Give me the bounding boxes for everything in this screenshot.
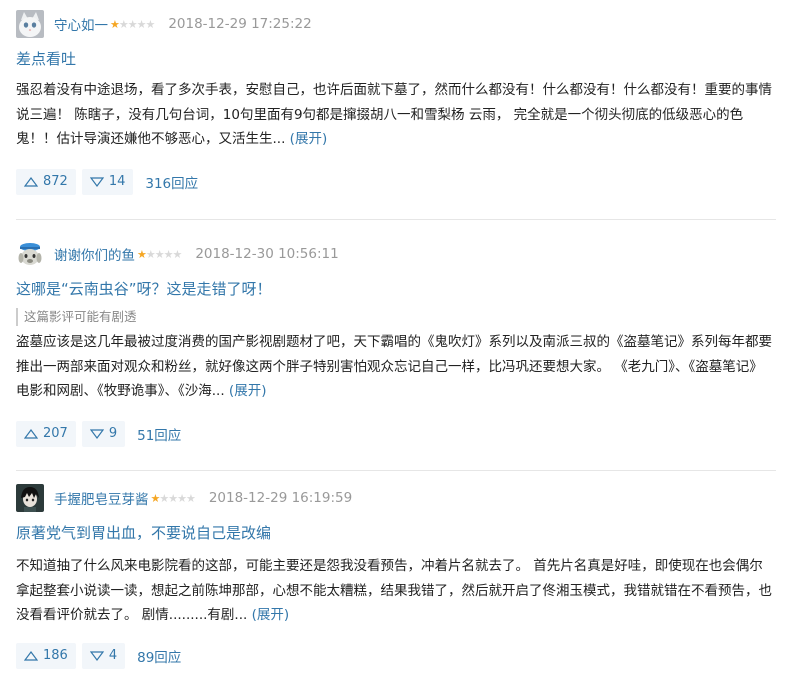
triangle-down-icon: [89, 650, 104, 661]
author-name[interactable]: 谢谢你们的鱼: [54, 244, 135, 264]
replies-link[interactable]: 316回应: [145, 172, 198, 192]
review-body: 不知道抽了什么风来电影院看的这部，可能主要还是怨我没看预告，冲着片名就去了。 首…: [16, 554, 776, 628]
rating-stars: ★★★★★: [137, 247, 182, 261]
avatar-cartoon-dog-icon[interactable]: [16, 240, 44, 268]
useful-button[interactable]: 872: [16, 168, 76, 195]
rating-stars: ★★★★★: [151, 491, 196, 505]
useless-button[interactable]: 14: [81, 168, 134, 195]
useless-count: 9: [108, 426, 118, 441]
review-excerpt: 强忍着没有中途退场，看了多次手表，安慰自己，也许后面就下墓了，然而什么都没有！什…: [16, 82, 772, 147]
star-empty-icon: ★★★★: [145, 247, 182, 261]
avatar-anime-character-icon[interactable]: [16, 484, 44, 512]
review-divider: [16, 470, 776, 471]
rating-stars: ★★★★★: [110, 17, 155, 31]
useful-count: 207: [43, 426, 68, 441]
expand-link[interactable]: (展开): [290, 131, 328, 147]
star-empty-icon: ★★★★: [159, 491, 195, 505]
review-divider: [16, 219, 776, 220]
star-empty-icon: ★★★★: [118, 17, 155, 31]
review-card: 守心如一 ★★★★★ 2018-12-29 17:25:22 差点看吐 强忍着没…: [16, 0, 776, 196]
review-card: 谢谢你们的鱼 ★★★★★ 2018-12-30 10:56:11 这哪是“云南虫…: [16, 230, 776, 448]
author-name[interactable]: 守心如一: [54, 14, 108, 34]
expand-link[interactable]: (展开): [252, 607, 290, 623]
review-actions: 186 4 89回应: [16, 642, 776, 670]
review-body: 强忍着没有中途退场，看了多次手表，安慰自己，也许后面就下墓了，然而什么都没有！什…: [16, 78, 776, 152]
replies-link[interactable]: 89回应: [137, 646, 181, 666]
review-body: 盗墓应该是这几年最被过度消费的国产影视剧题材了吧，天下霸唱的《鬼吹灯》系列以及南…: [16, 330, 776, 404]
review-excerpt: 不知道抽了什么风来电影院看的这部，可能主要还是怨我没看预告，冲着片名就去了。 首…: [16, 558, 772, 623]
review-excerpt: 盗墓应该是这几年最被过度消费的国产影视剧题材了吧，天下霸唱的《鬼吹灯》系列以及南…: [16, 334, 772, 399]
useless-button[interactable]: 9: [81, 420, 126, 447]
useless-count: 4: [108, 648, 118, 663]
useful-button[interactable]: 207: [16, 420, 76, 447]
review-title[interactable]: 差点看吐: [16, 48, 776, 70]
star-filled-icon: ★: [110, 17, 120, 31]
review-header: 谢谢你们的鱼 ★★★★★ 2018-12-30 10:56:11: [16, 230, 776, 278]
review-actions: 207 9 51回应: [16, 420, 776, 448]
review-time: 2018-12-29 17:25:22: [168, 16, 312, 32]
review-card: 手握肥皂豆芽酱 ★★★★★ 2018-12-29 16:19:59 原著党气到胃…: [16, 474, 776, 670]
useless-count: 14: [108, 174, 126, 189]
author-name[interactable]: 手握肥皂豆芽酱: [54, 488, 149, 508]
expand-link[interactable]: (展开): [229, 383, 267, 399]
useful-button[interactable]: 186: [16, 642, 76, 669]
review-header: 守心如一 ★★★★★ 2018-12-29 17:25:22: [16, 0, 776, 48]
review-title[interactable]: 这哪是“云南虫谷”呀？这是走错了呀！: [16, 278, 776, 300]
review-header: 手握肥皂豆芽酱 ★★★★★ 2018-12-29 16:19:59: [16, 474, 776, 522]
useless-button[interactable]: 4: [81, 642, 126, 669]
review-title[interactable]: 原著党气到胃出血，不要说自己是改编: [16, 522, 776, 544]
triangle-up-icon: [24, 650, 38, 661]
review-time: 2018-12-29 16:19:59: [208, 490, 353, 506]
triangle-down-icon: [89, 428, 104, 439]
triangle-up-icon: [24, 428, 38, 439]
avatar-white-cat-icon[interactable]: [16, 10, 44, 38]
triangle-up-icon: [24, 176, 38, 187]
star-filled-icon: ★: [137, 247, 147, 261]
replies-link[interactable]: 51回应: [137, 424, 181, 444]
spoiler-warning: 这篇影评可能有剧透: [16, 308, 776, 326]
review-time: 2018-12-30 10:56:11: [195, 246, 339, 262]
review-actions: 872 14 316回应: [16, 168, 776, 196]
useful-count: 186: [43, 648, 68, 663]
triangle-down-icon: [89, 176, 104, 187]
useful-count: 872: [43, 174, 68, 189]
